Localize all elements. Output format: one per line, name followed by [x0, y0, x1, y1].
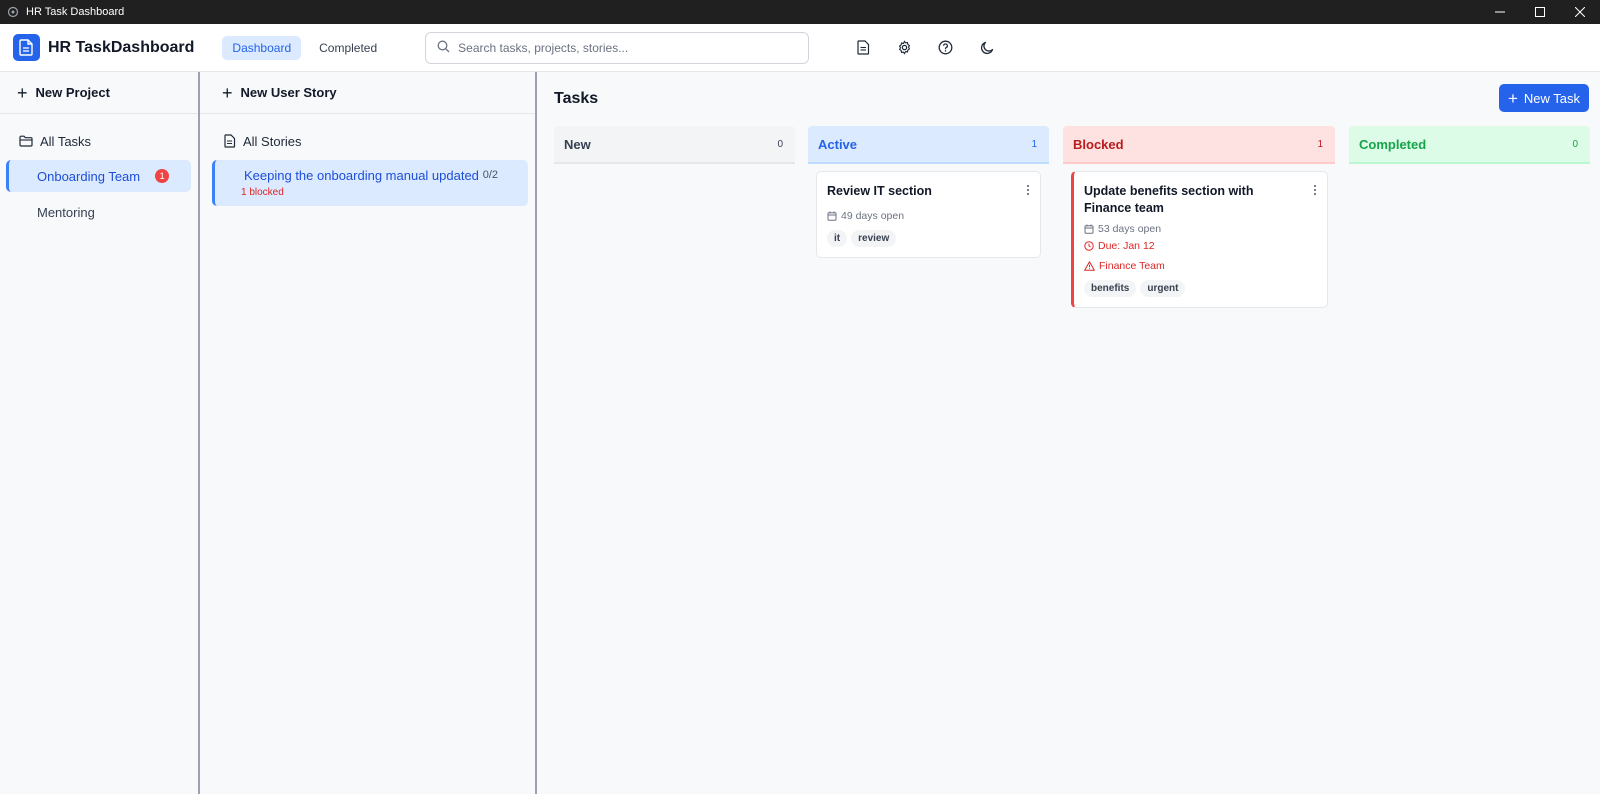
document-icon: [13, 34, 40, 61]
more-vertical-icon[interactable]: [1313, 184, 1317, 199]
brand-name: HR TaskDashboard: [48, 38, 195, 56]
close-button[interactable]: [1560, 0, 1600, 24]
window-titlebar: HR Task Dashboard: [0, 0, 1600, 24]
column-header: Active 1: [808, 126, 1049, 164]
page-title: Tasks: [554, 90, 599, 107]
column-count: 0: [777, 138, 783, 150]
new-project-button[interactable]: + New Project: [0, 72, 198, 114]
column-active: Active 1 Review IT section 49 days open …: [808, 126, 1049, 258]
project-item-mentoring[interactable]: Mentoring: [6, 196, 191, 228]
all-stories-label: All Stories: [243, 133, 302, 149]
days-open: 49 days open: [841, 210, 905, 222]
plus-icon: +: [17, 82, 28, 103]
story-blocked-count: 1 blocked: [241, 187, 284, 198]
column-title: New: [564, 136, 591, 152]
app-icon: [6, 5, 20, 19]
tag: urgent: [1140, 280, 1186, 297]
all-stories-item[interactable]: All Stories: [200, 128, 535, 154]
calendar-icon: [1084, 224, 1094, 234]
task-title: Update benefits section with Finance tea…: [1084, 184, 1254, 215]
new-user-story-button[interactable]: + New User Story: [200, 72, 535, 114]
task-card[interactable]: Update benefits section with Finance tea…: [1071, 171, 1328, 308]
maximize-button[interactable]: [1520, 0, 1560, 24]
tag: it: [827, 230, 848, 247]
column-header: New 0: [554, 126, 795, 164]
minimize-button[interactable]: [1480, 0, 1520, 24]
search-input[interactable]: [458, 40, 809, 55]
tag: review: [851, 230, 897, 247]
new-user-story-label: New User Story: [240, 85, 337, 100]
column-count: 1: [1317, 138, 1323, 150]
column-count: 0: [1572, 138, 1578, 150]
column-header: Completed 0: [1349, 126, 1590, 164]
task-title: Review IT section: [827, 184, 932, 198]
task-board: Tasks + New Task New 0 Active 1 Review I…: [537, 72, 1600, 794]
due-date: Due: Jan 12: [1098, 240, 1155, 252]
window-title: HR Task Dashboard: [26, 6, 125, 18]
story-item[interactable]: Keeping the onboarding manual updated 0/…: [212, 160, 528, 206]
column-title: Active: [818, 136, 858, 152]
warning-icon: [1084, 261, 1095, 271]
tab-dashboard[interactable]: Dashboard: [222, 35, 302, 60]
more-vertical-icon[interactable]: [1026, 184, 1030, 199]
stories-panel: + New User Story All Stories Keeping the…: [200, 72, 537, 794]
task-card[interactable]: Review IT section 49 days open it review: [816, 171, 1041, 258]
blocked-by: Finance Team: [1099, 260, 1165, 272]
column-header: Blocked 1: [1063, 126, 1335, 164]
tab-completed[interactable]: Completed: [309, 36, 387, 60]
app-header: HR TaskDashboard Dashboard Completed: [0, 24, 1600, 72]
column-title: Completed: [1359, 136, 1427, 152]
search-box[interactable]: [425, 31, 810, 64]
folder-icon: [19, 135, 33, 147]
new-project-label: New Project: [35, 85, 110, 100]
column-count: 1: [1031, 138, 1037, 150]
column-blocked: Blocked 1 Update benefits section with F…: [1063, 126, 1335, 308]
help-icon[interactable]: [925, 32, 966, 64]
days-open: 53 days open: [1098, 223, 1162, 235]
project-item-onboarding-team[interactable]: Onboarding Team 1: [6, 160, 191, 192]
column-new: New 0: [554, 126, 795, 164]
story-progress: 0/2: [482, 169, 498, 181]
plus-icon: +: [222, 82, 233, 103]
new-task-button[interactable]: + New Task: [1499, 84, 1589, 112]
plus-icon: +: [1507, 88, 1518, 108]
all-tasks-label: All Tasks: [40, 133, 92, 149]
projects-sidebar: + New Project All Tasks Onboarding Team …: [0, 72, 200, 794]
document-icon: [224, 134, 236, 148]
tag: benefits: [1084, 280, 1137, 297]
project-label: Mentoring: [37, 204, 95, 220]
reports-icon[interactable]: [843, 32, 884, 64]
story-title: Keeping the onboarding manual updated: [244, 168, 479, 183]
moon-icon[interactable]: [966, 32, 1007, 64]
notification-badge: 1: [155, 169, 170, 183]
clock-icon: [1084, 241, 1094, 251]
column-completed: Completed 0: [1349, 126, 1590, 164]
new-task-label: New Task: [1523, 90, 1581, 106]
column-title: Blocked: [1073, 136, 1124, 152]
search-icon: [437, 40, 450, 56]
gear-icon[interactable]: [884, 32, 925, 64]
project-label: Onboarding Team: [37, 168, 141, 184]
calendar-icon: [827, 211, 837, 221]
all-tasks-item[interactable]: All Tasks: [0, 128, 198, 154]
brand[interactable]: HR TaskDashboard: [13, 34, 194, 61]
